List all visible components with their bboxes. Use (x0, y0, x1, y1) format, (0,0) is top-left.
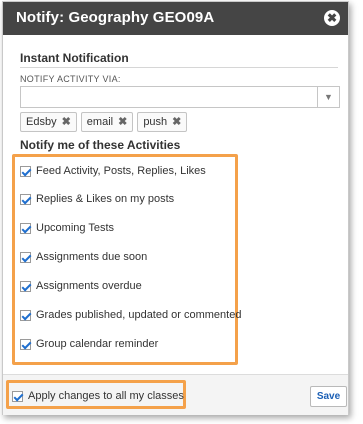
activity-label: Group calendar reminder (36, 338, 159, 350)
notify-dialog: Notify: Geography GEO09A ✖ Instant Notif… (2, 1, 349, 415)
checkbox-checked-icon[interactable] (20, 165, 31, 177)
activity-checkbox-tests[interactable]: Upcoming Tests (20, 221, 114, 235)
save-button[interactable]: Save (310, 386, 347, 407)
activity-checkbox-replies[interactable]: Replies & Likes on my posts (20, 192, 174, 206)
tag-edsby: Edsby ✖ (20, 112, 77, 132)
dialog-title: Notify: Geography GEO09A (16, 9, 215, 26)
checkbox-checked-icon[interactable] (20, 309, 31, 321)
chevron-down-icon[interactable]: ▼ (317, 87, 339, 107)
activity-label: Replies & Likes on my posts (36, 193, 175, 205)
close-icon[interactable]: ✖ (324, 10, 340, 26)
activity-label: Feed Activity, Posts, Replies, Likes (36, 165, 206, 177)
activity-label: Assignments due soon (36, 251, 148, 263)
notify-via-tags: Edsby ✖ email ✖ push ✖ (20, 112, 188, 132)
dialog-titlebar: Notify: Geography GEO09A ✖ (3, 2, 348, 35)
notify-via-select[interactable]: ▼ (20, 86, 340, 108)
activity-label: Assignments overdue (36, 280, 142, 292)
remove-tag-icon[interactable]: ✖ (118, 113, 127, 131)
activity-checkbox-assignments-due[interactable]: Assignments due soon (20, 250, 147, 264)
checkbox-checked-icon[interactable] (20, 222, 31, 234)
tag-push: push ✖ (137, 112, 188, 132)
activity-checkbox-assignments-overdue[interactable]: Assignments overdue (20, 279, 142, 293)
instant-notification-heading: Instant Notification (20, 51, 129, 65)
activity-label: Upcoming Tests (36, 222, 115, 234)
checkbox-checked-icon[interactable] (20, 280, 31, 292)
tag-label: email (86, 116, 114, 128)
checkbox-checked-icon[interactable] (20, 193, 31, 205)
activity-checkbox-grades[interactable]: Grades published, updated or commented (20, 308, 241, 322)
apply-all-classes-checkbox[interactable]: Apply changes to all my classes (12, 389, 184, 403)
activity-checkbox-calendar[interactable]: Group calendar reminder (20, 337, 158, 351)
notify-via-label: NOTIFY ACTIVITY VIA: (20, 74, 121, 84)
instant-divider (20, 67, 338, 68)
activity-checkbox-feed[interactable]: Feed Activity, Posts, Replies, Likes (20, 164, 206, 178)
checkbox-checked-icon[interactable] (20, 251, 31, 263)
activity-label: Grades published, updated or commented (36, 309, 242, 321)
tag-label: Edsby (26, 116, 57, 128)
checkbox-checked-icon[interactable] (20, 338, 31, 350)
remove-tag-icon[interactable]: ✖ (172, 113, 181, 131)
checkbox-checked-icon[interactable] (12, 390, 23, 402)
activities-heading: Notify me of these Activities (20, 138, 181, 152)
tag-label: push (143, 116, 168, 128)
tag-email: email ✖ (80, 112, 134, 132)
remove-tag-icon[interactable]: ✖ (62, 113, 71, 131)
apply-all-label: Apply changes to all my classes (28, 390, 184, 402)
